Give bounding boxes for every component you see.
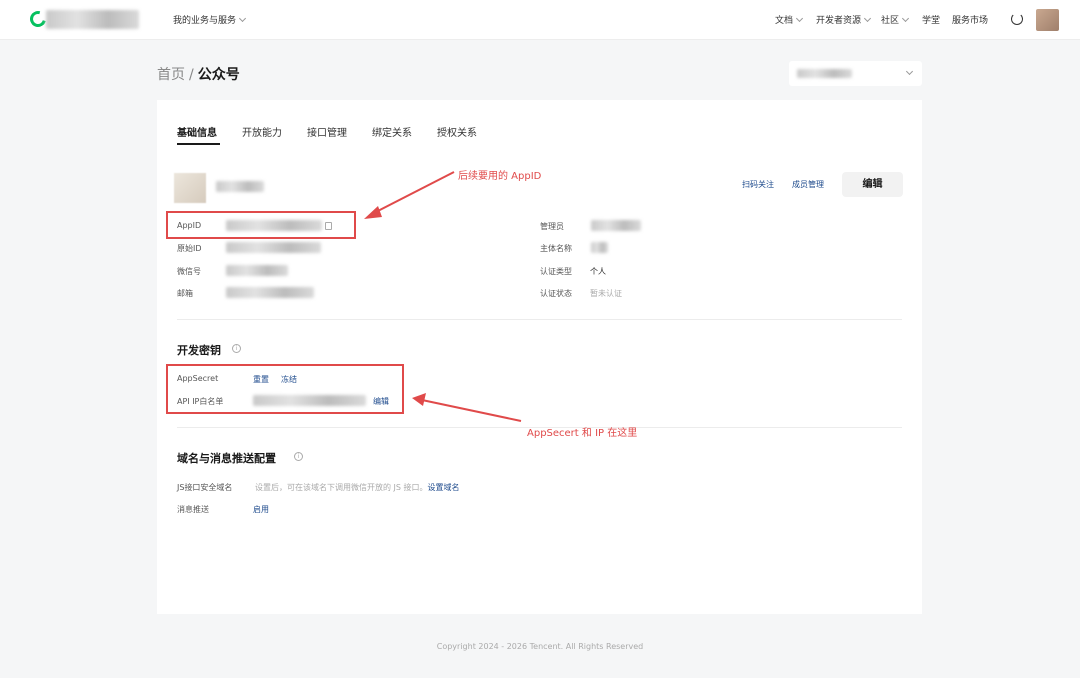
- footer-copyright: Copyright 2024 - 2026 Tencent. All Right…: [436, 642, 644, 651]
- js-domain-hint-text: 设置后，可在该域名下调用微信开放的 JS 接口。: [255, 483, 428, 492]
- info-icon[interactable]: i: [232, 344, 241, 353]
- chevron-down-icon: [863, 14, 872, 23]
- member-management-link[interactable]: 成员管理: [792, 179, 824, 190]
- dev-key-highlight-box: [166, 364, 404, 414]
- breadcrumb-current: 公众号: [197, 67, 240, 83]
- nav-dev-resources-label: 开发者资源: [816, 16, 862, 26]
- nav-service-market[interactable]: 服务市场: [952, 13, 988, 26]
- appid-annotation: 后续要用的 AppID: [458, 171, 542, 182]
- service-menu-label: 我的业务与服务: [173, 16, 237, 26]
- appid-highlight-box: [166, 211, 356, 239]
- wechat-id-value-blurred: [226, 265, 288, 276]
- account-selector[interactable]: [789, 61, 922, 86]
- entity-name-label: 主体名称: [540, 244, 572, 253]
- wechat-id-label: 微信号: [177, 267, 201, 276]
- user-avatar[interactable]: [1036, 9, 1059, 31]
- set-domain-link[interactable]: 设置域名: [428, 483, 460, 492]
- chevron-down-icon: [238, 14, 247, 23]
- original-id-value-blurred: [226, 242, 321, 253]
- nav-docs-label: 文档: [775, 16, 794, 26]
- active-tab-indicator: [177, 143, 220, 145]
- auth-type-value: 个人: [590, 267, 606, 276]
- tab-interface-management[interactable]: 接口管理: [307, 124, 347, 139]
- nav-academy-label: 学堂: [922, 16, 941, 26]
- chevron-down-icon: [901, 14, 910, 23]
- refresh-icon[interactable]: [1011, 13, 1023, 25]
- tab-open-capabilities[interactable]: 开放能力: [242, 124, 282, 139]
- original-id-label: 原始ID: [177, 244, 202, 253]
- entity-name-value-blurred: [591, 242, 608, 253]
- tab-authorization[interactable]: 授权关系: [437, 124, 477, 139]
- top-navigation-bar: 我的业务与服务 文档 开发者资源 社区 学堂 服务市场: [0, 0, 1080, 40]
- nav-docs[interactable]: 文档: [775, 13, 804, 26]
- chevron-down-icon: [905, 67, 914, 76]
- dev-key-title: 开发密钥: [177, 344, 221, 357]
- account-title-blurred: [216, 181, 264, 192]
- chevron-down-icon: [795, 14, 804, 23]
- nav-academy[interactable]: 学堂: [922, 13, 940, 26]
- domain-config-title: 域名与消息推送配置: [177, 452, 276, 465]
- scan-follow-link[interactable]: 扫码关注: [742, 179, 774, 190]
- nav-dev-resources[interactable]: 开发者资源: [816, 13, 872, 26]
- section-divider: [177, 319, 902, 320]
- auth-status-label: 认证状态: [540, 289, 572, 298]
- js-domain-label: JS接口安全域名: [177, 483, 233, 492]
- breadcrumb-home[interactable]: 首页: [157, 67, 185, 83]
- nav-community[interactable]: 社区: [881, 13, 910, 26]
- message-push-label: 消息推送: [177, 505, 209, 514]
- email-label: 邮箱: [177, 289, 193, 298]
- auth-type-label: 认证类型: [540, 267, 572, 276]
- edit-button[interactable]: 编辑: [842, 172, 903, 197]
- admin-label: 管理员: [540, 222, 564, 231]
- tab-binding[interactable]: 绑定关系: [372, 124, 412, 139]
- js-domain-hint: 设置后，可在该域名下调用微信开放的 JS 接口。设置域名: [255, 482, 460, 493]
- admin-value-blurred: [591, 220, 641, 231]
- service-menu-dropdown[interactable]: 我的业务与服务: [173, 13, 247, 26]
- info-icon[interactable]: i: [294, 452, 303, 461]
- account-avatar: [174, 173, 206, 203]
- breadcrumb-separator: /: [189, 67, 194, 83]
- tab-basic-info[interactable]: 基础信息: [177, 124, 217, 139]
- breadcrumb: 首页 / 公众号: [157, 64, 240, 84]
- nav-service-market-label: 服务市场: [952, 16, 989, 26]
- auth-status-value: 暂未认证: [590, 289, 622, 298]
- nav-community-label: 社区: [881, 16, 900, 26]
- enable-push-link[interactable]: 启用: [253, 504, 269, 515]
- secret-annotation: AppSecert 和 IP 在这里: [527, 428, 638, 439]
- email-value-blurred: [226, 287, 314, 298]
- account-selector-value-blurred: [797, 69, 852, 78]
- account-name-blurred: [46, 10, 139, 29]
